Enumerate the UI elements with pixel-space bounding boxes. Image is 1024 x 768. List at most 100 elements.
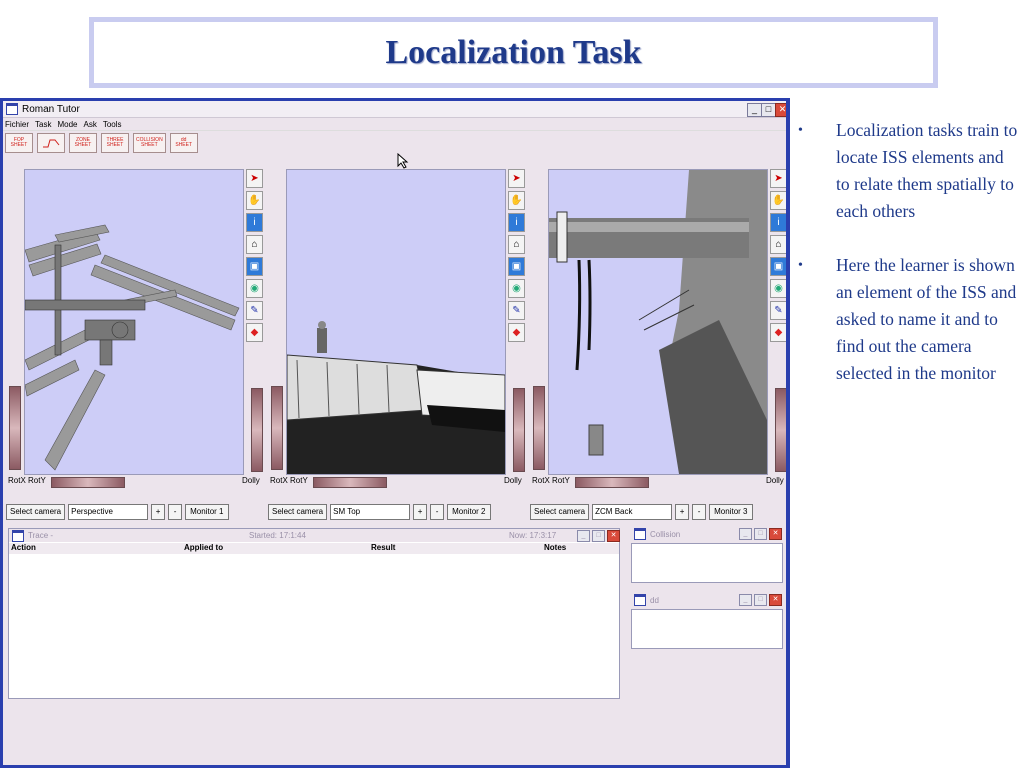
viewport-3-dolly-label: Dolly [766,476,784,485]
three-sheet-button[interactable]: THREE SHEET [101,133,129,153]
menu-ask[interactable]: Ask [83,120,96,129]
home-icon[interactable]: ⌂ [508,235,525,254]
menu-mode[interactable]: Mode [57,120,77,129]
camera-next-button-3[interactable]: + [675,503,690,520]
collision-close-button[interactable]: ✕ [769,528,782,540]
dd-body [631,609,783,649]
camera-prev-button-3[interactable]: - [692,503,707,520]
shape-icon[interactable]: ◆ [246,323,263,342]
camera-field-3[interactable]: ZCM Back [592,503,673,520]
pin-icon[interactable]: ✎ [508,301,525,320]
collision-minimize-button[interactable]: _ [739,528,752,540]
viewport-1-rot-slider[interactable] [51,477,125,488]
maximize-button[interactable]: □ [761,103,776,117]
viewport-3-right-slider[interactable] [775,388,786,472]
trace-now: Now: 17:3:17 [509,531,557,540]
col-notes: Notes [544,543,567,552]
trace-maximize-button[interactable]: □ [592,530,605,542]
trace-title: Trace - [28,531,54,540]
hand-icon[interactable]: ✋ [508,191,525,210]
home-icon[interactable]: ⌂ [770,235,786,254]
viewport-3-rot-slider[interactable] [575,477,649,488]
select-camera-button-1[interactable]: Select camera [6,503,66,520]
camera-next-button-2[interactable]: + [413,503,428,520]
dd-maximize-button[interactable]: □ [754,594,767,606]
shape-icon[interactable]: ◆ [770,323,786,342]
trace-started: Started: 17:1:44 [249,531,306,540]
window-icon [6,103,18,115]
window-titlebar[interactable]: Roman Tutor _ □ ✕ [3,101,786,118]
collision-window-icon [634,528,646,540]
minimize-button[interactable]: _ [747,103,762,117]
info-icon[interactable]: i [508,213,525,232]
menu-tools[interactable]: Tools [103,120,122,129]
eye-icon[interactable]: ◉ [508,279,525,298]
select-arrow-icon[interactable]: ➤ [246,169,263,188]
window-view-icon[interactable]: ▣ [246,257,263,276]
col-action: Action [11,543,36,552]
hand-icon[interactable]: ✋ [770,191,786,210]
collision-title: Collision [650,529,681,539]
viewport-3-scene[interactable] [548,169,768,475]
monitor-label-2: Monitor 2 [447,503,491,520]
fop-sheet-button[interactable]: FOP SHEET [5,133,33,153]
zcm-back-render [549,170,767,474]
trace-minimize-button[interactable]: _ [577,530,590,542]
camera-field-1[interactable]: Perspective [68,503,149,520]
select-camera-button-2[interactable]: Select camera [268,503,328,520]
bullet-dot-icon: • [798,123,803,138]
dd-titlebar[interactable]: dd _ □ ✕ [631,593,783,607]
slide-bullets: • Localization tasks train to locate ISS… [796,117,1018,414]
slide-title-box: Localization Task [89,17,938,88]
dd-minimize-button[interactable]: _ [739,594,752,606]
bullet-item: • Here the learner is shown an element o… [796,252,1018,387]
collision-sheet-button[interactable]: COLLISION SHEET [133,133,166,153]
toolbar: FOP SHEET ZONE SHEET THREE SHEET COLLISION S… [3,132,786,154]
camera-next-button-1[interactable]: + [151,503,166,520]
viewport-2-left-slider[interactable] [271,386,283,470]
menu-fichier[interactable]: Fichier [5,120,29,129]
viewport-1-scene[interactable] [24,169,244,475]
viewport-2-scene[interactable] [286,169,506,475]
select-camera-button-3[interactable]: Select camera [530,503,590,520]
viewport-1: ➤ ✋ i ⌂ ▣ ◉ ✎ ◆ RotX RotY Dolly [6,166,268,496]
camera-field-2[interactable]: SM Top [330,503,411,520]
col-result: Result [371,543,396,552]
iss-perspective-render [25,224,240,471]
collision-titlebar[interactable]: Collision _ □ ✕ [631,527,783,541]
viewport-2-right-slider[interactable] [513,388,525,472]
window-view-icon[interactable]: ▣ [770,257,786,276]
bullet-item: • Localization tasks train to locate ISS… [796,117,1018,225]
close-button[interactable]: ✕ [775,103,786,117]
select-arrow-icon[interactable]: ➤ [770,169,786,188]
select-arrow-icon[interactable]: ➤ [508,169,525,188]
window-view-icon[interactable]: ▣ [508,257,525,276]
viewport-1-left-slider[interactable] [9,386,21,470]
collision-maximize-button[interactable]: □ [754,528,767,540]
dd-close-button[interactable]: ✕ [769,594,782,606]
info-icon[interactable]: i [246,213,263,232]
trace-close-button[interactable]: ✕ [607,530,620,542]
zone-sheet-button[interactable]: ZONE SHEET [69,133,97,153]
pin-icon[interactable]: ✎ [770,301,786,320]
shape-icon[interactable]: ◆ [508,323,525,342]
trace-titlebar[interactable]: Trace - Started: 17:1:44 Now: 17:3:17 _ … [9,529,620,542]
arm-tool-button[interactable] [37,133,65,153]
camera-prev-button-2[interactable]: - [430,503,445,520]
menu-bar: Fichier Task Mode Ask Tools [3,119,786,131]
camera-prev-button-1[interactable]: - [168,503,183,520]
eye-icon[interactable]: ◉ [770,279,786,298]
viewport-1-right-slider[interactable] [251,388,263,472]
eye-icon[interactable]: ◉ [246,279,263,298]
menu-task[interactable]: Task [35,120,51,129]
dd-sheet-button[interactable]: dd SHEET [169,133,198,153]
robot-arm-icon [43,139,60,148]
info-icon[interactable]: i [770,213,786,232]
window-title: Roman Tutor [22,103,80,115]
viewport-3-left-slider[interactable] [533,386,545,470]
viewport-2-rot-slider[interactable] [313,477,387,488]
pin-icon[interactable]: ✎ [246,301,263,320]
hand-icon[interactable]: ✋ [246,191,263,210]
home-icon[interactable]: ⌂ [246,235,263,254]
collision-panel: Collision _ □ ✕ [631,527,783,583]
